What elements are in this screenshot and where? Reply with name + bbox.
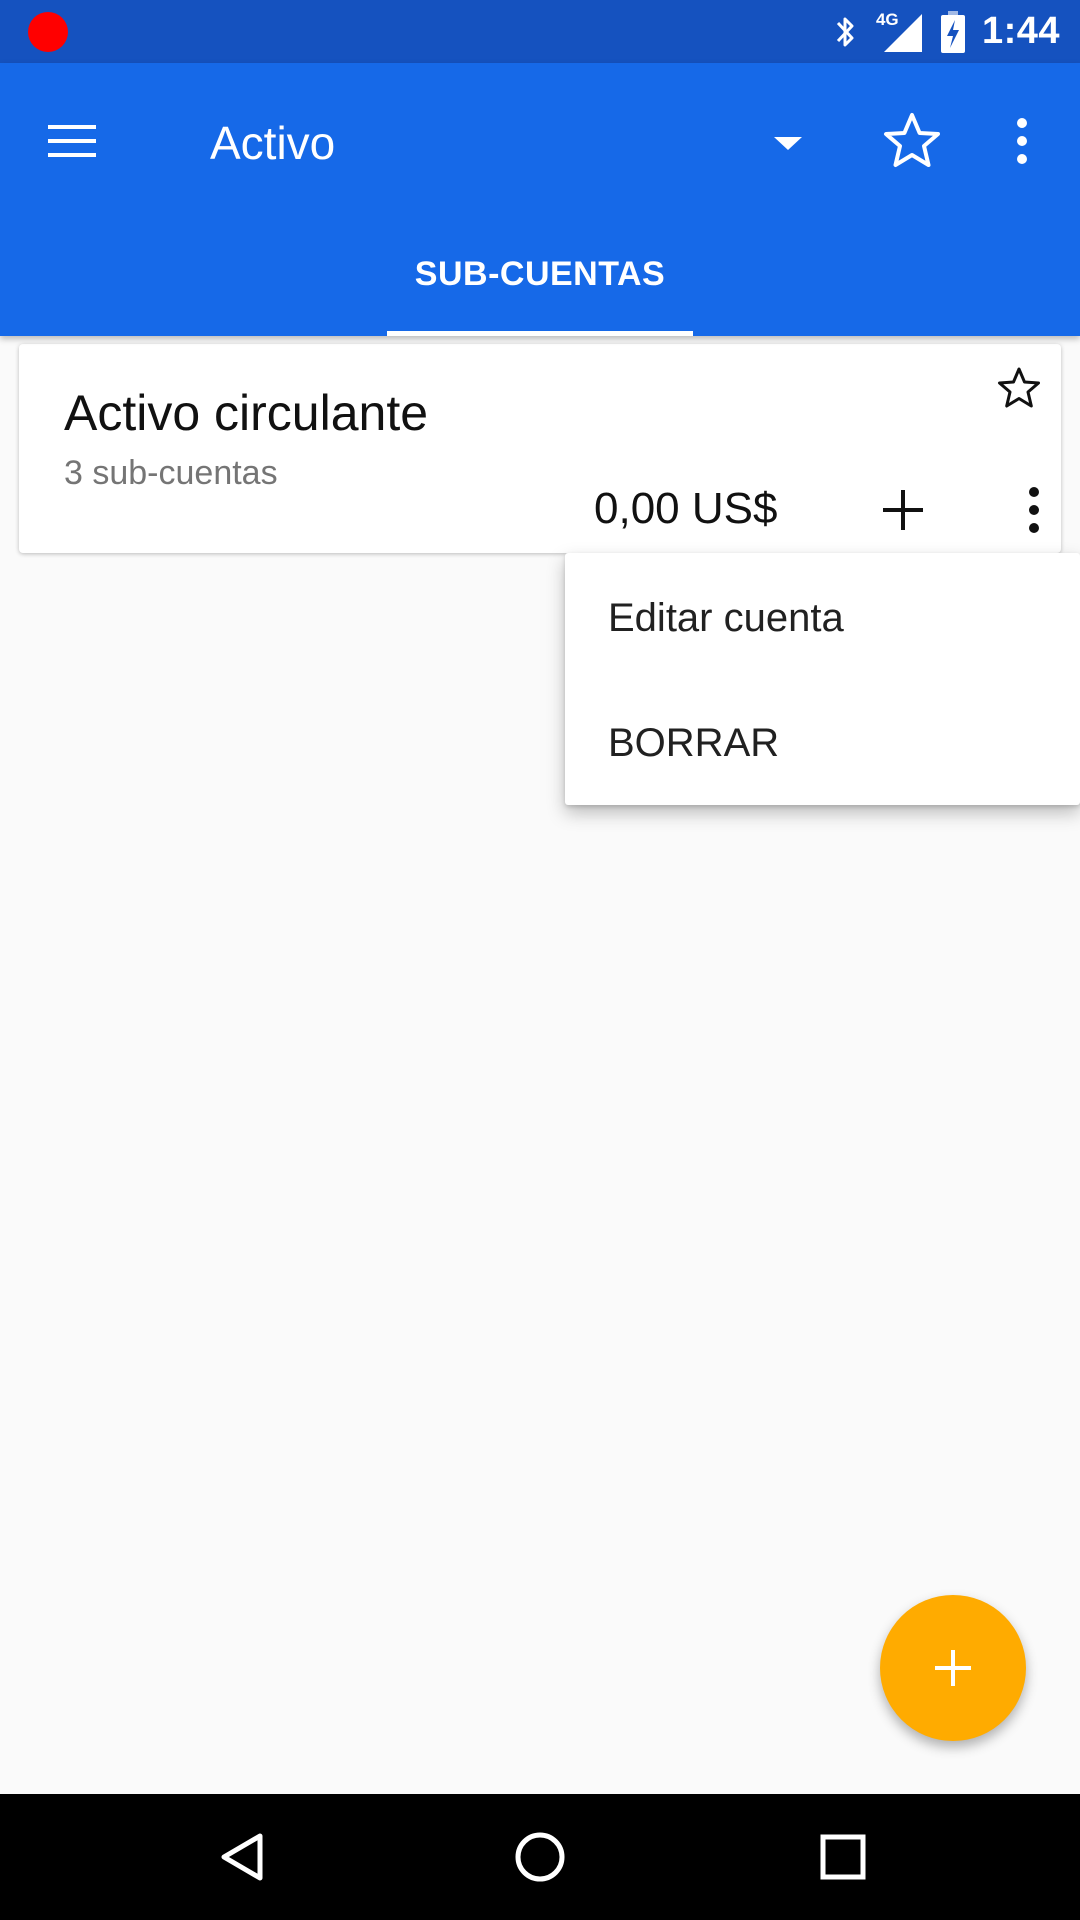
status-bar: 4G 1:44	[0, 0, 1080, 63]
tab-sub-cuentas[interactable]: SUB-CUENTAS	[387, 233, 693, 336]
recording-indicator-icon	[28, 12, 68, 52]
tab-indicator	[387, 331, 693, 336]
star-outline-icon[interactable]	[880, 109, 944, 173]
account-balance: 0,00 US$	[594, 484, 778, 533]
status-time: 1:44	[981, 10, 1060, 52]
favorite-star-icon[interactable]	[995, 364, 1043, 412]
account-popup-menu: Editar cuenta BORRAR	[565, 553, 1080, 805]
menu-icon[interactable]	[44, 113, 100, 169]
navigation-bar	[0, 1794, 1080, 1920]
battery-charging-icon	[940, 10, 965, 53]
menu-item-delete[interactable]: BORRAR	[565, 681, 1080, 805]
recents-icon[interactable]	[810, 1824, 876, 1890]
add-transaction-button[interactable]	[875, 482, 931, 538]
page-title[interactable]: Activo	[210, 111, 335, 175]
dropdown-icon[interactable]	[768, 123, 808, 163]
menu-item-edit-account[interactable]: Editar cuenta	[565, 556, 1080, 680]
back-icon[interactable]	[210, 1824, 276, 1890]
home-icon[interactable]	[507, 1824, 573, 1890]
app-bar: Activo SUB-CUENTAS	[0, 63, 1080, 336]
account-overflow-icon[interactable]	[1019, 482, 1049, 538]
account-name: Activo circulante	[64, 385, 429, 441]
overflow-menu-icon[interactable]	[1000, 109, 1044, 173]
status-icons: 4G 1:44	[830, 0, 1060, 63]
add-account-fab[interactable]	[880, 1595, 1026, 1741]
cellular-signal-icon: 4G	[876, 10, 924, 54]
plus-icon	[935, 1650, 971, 1686]
account-subtitle: 3 sub-cuentas	[64, 454, 278, 492]
bluetooth-icon	[836, 17, 854, 46]
tab-label: SUB-CUENTAS	[414, 255, 666, 293]
account-card[interactable]: Activo circulante 3 sub-cuentas 0,00 US$	[19, 344, 1061, 553]
